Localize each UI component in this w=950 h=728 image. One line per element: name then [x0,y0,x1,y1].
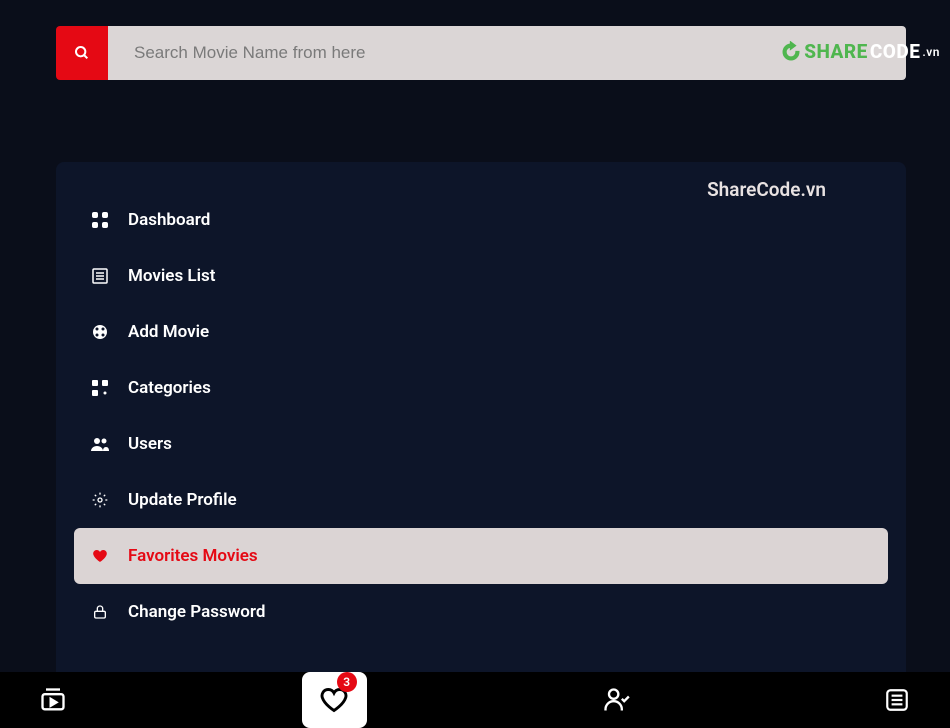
sidebar-menu: Dashboard Movies List [74,192,888,640]
grid-alt-icon [90,378,110,398]
logo-icon [780,41,802,63]
favorites-badge: 3 [337,672,357,692]
sidebar-item-label: Favorites Movies [128,546,258,566]
sidebar-item-label: Update Profile [128,490,237,510]
heart-icon [90,546,110,566]
logo-text-suffix: .vn [922,45,940,59]
sidebar-item-users[interactable]: Users [74,416,888,472]
grid-icon [90,210,110,230]
bottom-nav: 3 [0,672,950,728]
bottom-nav-favorites[interactable]: 3 [302,672,367,728]
search-bar [56,26,906,80]
sidebar-item-favorites[interactable]: Favorites Movies [74,528,888,584]
film-icon [90,322,110,342]
play-stack-icon [39,686,67,714]
sidebar-item-label: Dashboard [128,210,210,230]
logo-text-code: CODE [870,40,921,63]
sidebar-item-label: Categories [128,378,211,398]
user-check-icon [602,686,630,714]
sidebar-item-categories[interactable]: Categories [74,360,888,416]
list-icon [90,266,110,286]
watermark-text: ShareCode.vn [707,178,826,201]
sidebar-item-label: Movies List [128,266,215,286]
sidebar-item-movies-list[interactable]: Movies List [74,248,888,304]
bottom-nav-menu[interactable] [865,672,930,728]
menu-icon [884,687,910,713]
sidebar-item-label: Change Password [128,602,265,622]
sidebar-item-label: Add Movie [128,322,209,342]
users-icon [90,434,110,454]
sidebar-item-update-profile[interactable]: Update Profile [74,472,888,528]
sidebar-item-change-password[interactable]: Change Password [74,584,888,640]
gear-icon [90,490,110,510]
lock-icon [90,602,110,622]
sidebar-panel: ShareCode.vn Dashboard [56,162,906,682]
sidebar-item-add-movie[interactable]: Add Movie [74,304,888,360]
search-button[interactable] [56,26,108,80]
sidebar-item-label: Users [128,434,172,454]
bottom-nav-profile[interactable] [583,672,648,728]
logo-text-share: SHARE [804,40,868,63]
bottom-nav-movies[interactable] [20,672,85,728]
search-icon [74,45,90,61]
watermark-logo: SHARECODE.vn [780,40,940,63]
